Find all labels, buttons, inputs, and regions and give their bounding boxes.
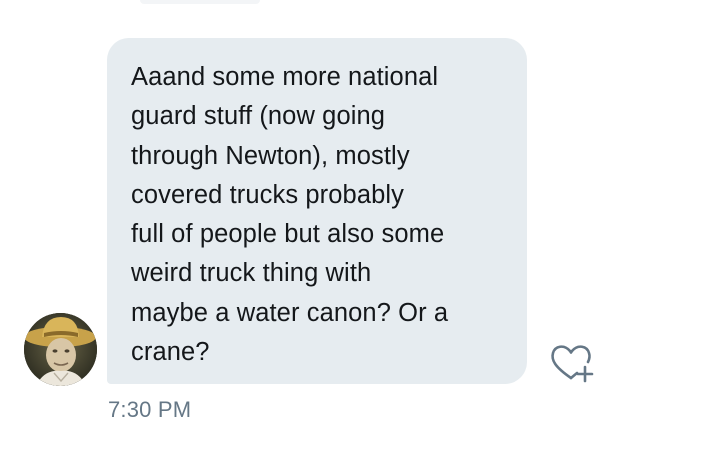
message-bubble[interactable]: Aaand some more national guard stuff (no…: [107, 38, 527, 384]
previous-message-edge: [140, 0, 260, 4]
avatar-photo-icon: [24, 313, 97, 386]
message-text: Aaand some more national guard stuff (no…: [131, 63, 449, 367]
heart-plus-icon: [551, 345, 594, 383]
dm-conversation-view: Aaand some more national guard stuff (no…: [0, 0, 719, 466]
message-timestamp: 7:30 PM: [108, 397, 192, 422]
like-button[interactable]: [549, 342, 595, 384]
sender-avatar[interactable]: [24, 313, 97, 386]
